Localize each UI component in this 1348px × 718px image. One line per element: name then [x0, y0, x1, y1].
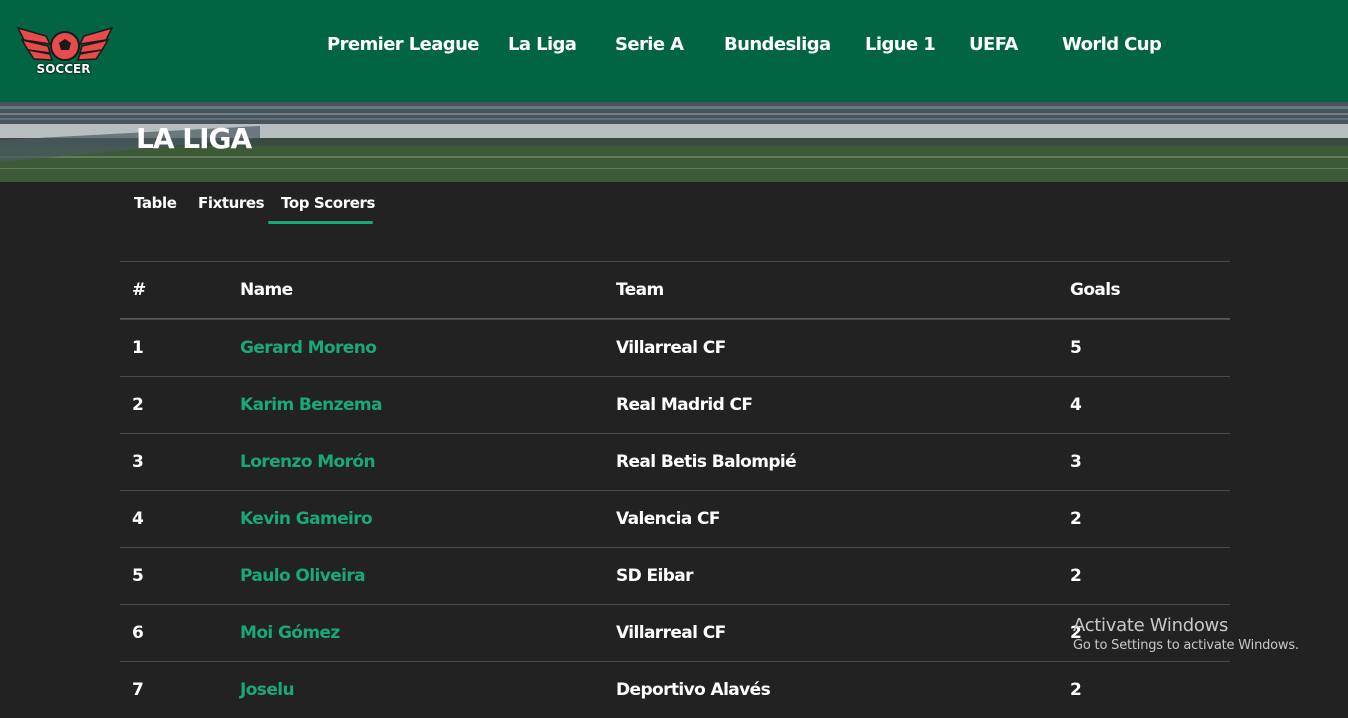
top-scorers-table: # Name Team Goals 1 Gerard Moreno Villar… [120, 261, 1230, 718]
rank-cell: 5 [132, 566, 144, 586]
goals-cell: 2 [1070, 566, 1082, 586]
table-row: 2 Karim Benzema Real Madrid CF 4 [120, 376, 1230, 433]
team-cell: Real Betis Balompié [616, 452, 797, 472]
header-name: Name [240, 280, 293, 300]
goals-cell: 3 [1070, 452, 1082, 472]
rank-cell: 1 [132, 338, 144, 358]
table-row: 6 Moi Gómez Villarreal CF 2 [120, 604, 1230, 661]
goals-cell: 2 [1070, 509, 1082, 529]
rank-cell: 7 [132, 680, 144, 700]
nav-world-cup[interactable]: World Cup [1062, 34, 1162, 55]
header-goals: Goals [1070, 280, 1121, 300]
player-name-link[interactable]: Kevin Gameiro [240, 509, 373, 529]
team-cell: Villarreal CF [616, 623, 726, 643]
table-row: 4 Kevin Gameiro Valencia CF 2 [120, 490, 1230, 547]
league-tabs: Table Fixtures Top Scorers [0, 182, 1348, 232]
header-team: Team [616, 280, 664, 300]
goals-cell: 5 [1070, 338, 1082, 358]
table-row: 1 Gerard Moreno Villarreal CF 5 [120, 319, 1230, 376]
table-row: 5 Paulo Oliveira SD Eibar 2 [120, 547, 1230, 604]
tab-fixtures[interactable]: Fixtures [198, 194, 265, 212]
table-row: 7 Joselu Deportivo Alavés 2 [120, 661, 1230, 718]
hero-banner: LA LIGA [0, 102, 1348, 182]
nav-premier-league[interactable]: Premier League [327, 34, 479, 55]
player-name-link[interactable]: Karim Benzema [240, 395, 382, 415]
player-name-link[interactable]: Gerard Moreno [240, 338, 377, 358]
watermark-title: Activate Windows [1073, 615, 1229, 636]
logo-text: SOCCER [36, 62, 91, 76]
team-cell: SD Eibar [616, 566, 694, 586]
table-row: 3 Lorenzo Morón Real Betis Balompié 3 [120, 433, 1230, 490]
tab-top-scorers[interactable]: Top Scorers [281, 194, 375, 212]
goals-cell: 4 [1070, 395, 1082, 415]
team-cell: Villarreal CF [616, 338, 726, 358]
activate-windows-watermark: Activate Windows Go to Settings to activ… [1073, 615, 1299, 653]
player-name-link[interactable]: Lorenzo Morón [240, 452, 376, 472]
rank-cell: 4 [132, 509, 144, 529]
team-cell: Deportivo Alavés [616, 680, 771, 700]
rank-cell: 2 [132, 395, 144, 415]
top-navbar: SOCCER Premier League La Liga Serie A Bu… [0, 0, 1348, 102]
header-rank: # [132, 280, 146, 300]
table-header-row: # Name Team Goals [120, 261, 1230, 319]
nav-la-liga[interactable]: La Liga [508, 34, 577, 55]
goals-cell: 2 [1070, 680, 1082, 700]
nav-serie-a[interactable]: Serie A [615, 34, 684, 55]
team-cell: Real Madrid CF [616, 395, 753, 415]
page-title: LA LIGA [136, 122, 252, 155]
nav-ligue-1[interactable]: Ligue 1 [865, 34, 936, 55]
player-name-link[interactable]: Paulo Oliveira [240, 566, 366, 586]
active-tab-indicator [268, 221, 373, 224]
watermark-subtitle: Go to Settings to activate Windows. [1073, 638, 1299, 653]
team-cell: Valencia CF [616, 509, 721, 529]
player-name-link[interactable]: Joselu [240, 680, 295, 700]
rank-cell: 6 [132, 623, 144, 643]
nav-uefa[interactable]: UEFA [969, 34, 1018, 55]
tab-table[interactable]: Table [134, 194, 177, 212]
player-name-link[interactable]: Moi Gómez [240, 623, 340, 643]
rank-cell: 3 [132, 452, 144, 472]
nav-bundesliga[interactable]: Bundesliga [724, 34, 831, 55]
